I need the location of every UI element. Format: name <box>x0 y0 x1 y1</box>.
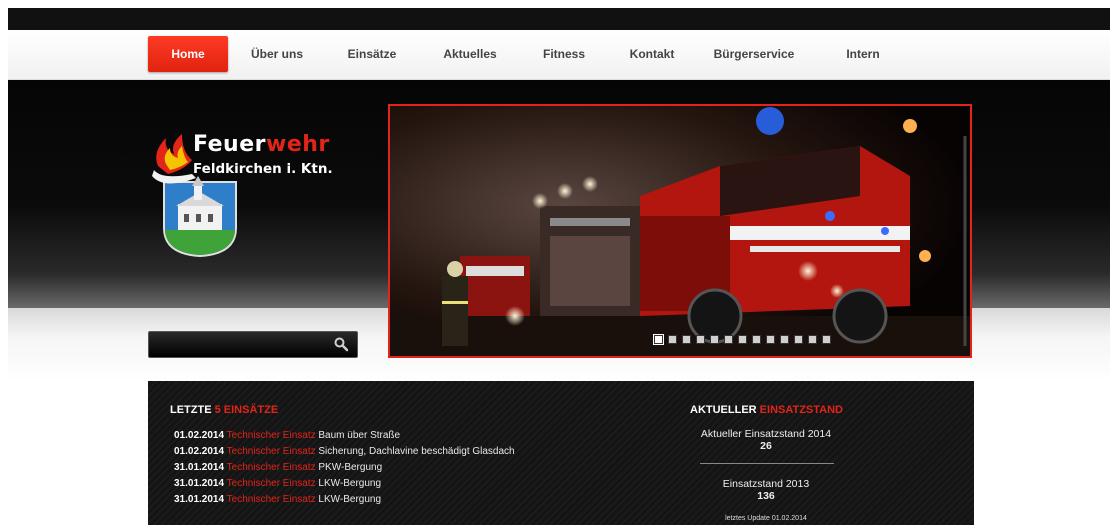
slider-dot[interactable] <box>822 335 831 344</box>
einsatz-type-link[interactable]: Technischer Einsatz <box>227 430 316 441</box>
slider-dot[interactable] <box>752 335 761 344</box>
einsatz-date: 01.02.2014 <box>174 430 225 441</box>
search-box <box>148 331 358 358</box>
einsatzstand-heading-highlight: EINSATZSTAND <box>759 404 843 416</box>
einsatz-row[interactable]: 31.01.2014 Technischer Einsatz LKW-Bergu… <box>174 478 381 489</box>
einsatzstand-divider <box>700 463 834 464</box>
slider-dot[interactable] <box>696 335 705 344</box>
einsaetze-heading-prefix: LETZTE <box>170 404 215 416</box>
logo-title[interactable]: Feuerwehr <box>193 132 330 157</box>
top-bar <box>8 8 1110 30</box>
einsatz-type-link[interactable]: Technischer Einsatz <box>227 462 316 473</box>
einsatzstand-heading-prefix: AKTUELLER <box>690 404 760 416</box>
einsatz-row[interactable]: 31.01.2014 Technischer Einsatz LKW-Bergu… <box>174 494 381 505</box>
info-panel: LETZTE 5 EINSÄTZE 01.02.2014 Technischer… <box>148 381 974 525</box>
search-icon[interactable] <box>333 336 349 352</box>
einsatzstand-current: Aktueller Einsatzstand 2014 26 <box>696 428 836 452</box>
slider-dot[interactable] <box>668 335 677 344</box>
einsatz-type-link[interactable]: Technischer Einsatz <box>227 494 316 505</box>
nav-home[interactable]: Home <box>148 36 228 72</box>
image-slider[interactable] <box>388 104 972 358</box>
slider-dot[interactable] <box>808 335 817 344</box>
einsatz-type-link[interactable]: Technischer Einsatz <box>227 478 316 489</box>
logo-title-red: wehr <box>266 132 330 157</box>
einsaetze-heading-highlight: 5 EINSÄTZE <box>214 404 279 416</box>
nav-ueber-uns[interactable]: Über uns <box>244 36 310 72</box>
slider-dot[interactable] <box>794 335 803 344</box>
einsatzstand-previous-label: Einsatzstand 2013 <box>722 478 810 490</box>
einsatz-date: 31.01.2014 <box>174 462 225 473</box>
einsatzstand-update-note: letztes Update 01.02.2014 <box>725 515 807 522</box>
logo-title-white: Feuer <box>193 132 266 157</box>
slider-dot[interactable] <box>780 335 789 344</box>
slider-dot[interactable] <box>724 335 733 344</box>
einsatz-description: Sicherung, Dachlavine beschädigt Glasdac… <box>318 446 515 457</box>
slider-dot[interactable] <box>738 335 747 344</box>
nav-kontakt[interactable]: Kontakt <box>622 36 682 72</box>
einsatz-description: PKW-Bergung <box>318 462 383 473</box>
einsatzstand-current-value: 26 <box>760 440 772 452</box>
einsatz-row[interactable]: 01.02.2014 Technischer Einsatz Sicherung… <box>174 446 515 457</box>
einsatz-date: 31.01.2014 <box>174 478 225 489</box>
einsaetze-heading: LETZTE 5 EINSÄTZE <box>170 404 278 416</box>
einsatz-description: LKW-Bergung <box>318 494 382 505</box>
einsatzstand-current-label: Aktueller Einsatzstand 2014 <box>700 428 832 440</box>
search-input[interactable] <box>155 336 329 355</box>
slider-dot[interactable] <box>710 335 719 344</box>
slider-dot[interactable] <box>682 335 691 344</box>
slider-dot[interactable] <box>766 335 775 344</box>
main-navigation: Home Über uns Einsätze Aktuelles Fitness… <box>8 30 1110 80</box>
einsatz-description: Baum über Straße <box>318 430 401 441</box>
einsatz-date: 31.01.2014 <box>174 494 225 505</box>
nav-intern[interactable]: Intern <box>838 36 888 72</box>
nav-aktuelles[interactable]: Aktuelles <box>434 36 506 72</box>
einsatzstand-previous: Einsatzstand 2013 136 <box>696 478 836 502</box>
fire-truck-photo <box>390 106 970 356</box>
logo-subtitle: Feldkirchen i. Ktn. <box>193 161 333 177</box>
nav-einsaetze[interactable]: Einsätze <box>340 36 404 72</box>
nav-fitness[interactable]: Fitness <box>536 36 592 72</box>
einsatz-type-link[interactable]: Technischer Einsatz <box>227 446 316 457</box>
nav-buergerservice[interactable]: Bürgerservice <box>708 36 800 72</box>
einsatzstand-heading: AKTUELLER EINSATZSTAND <box>690 404 843 416</box>
einsatz-row[interactable]: 31.01.2014 Technischer Einsatz PKW-Bergu… <box>174 462 382 473</box>
einsatzstand-previous-value: 136 <box>757 490 775 502</box>
einsatz-description: LKW-Bergung <box>318 478 382 489</box>
einsatz-row[interactable]: 01.02.2014 Technischer Einsatz Baum über… <box>174 430 400 441</box>
einsatz-date: 01.02.2014 <box>174 446 225 457</box>
slider-dot[interactable] <box>653 334 664 345</box>
